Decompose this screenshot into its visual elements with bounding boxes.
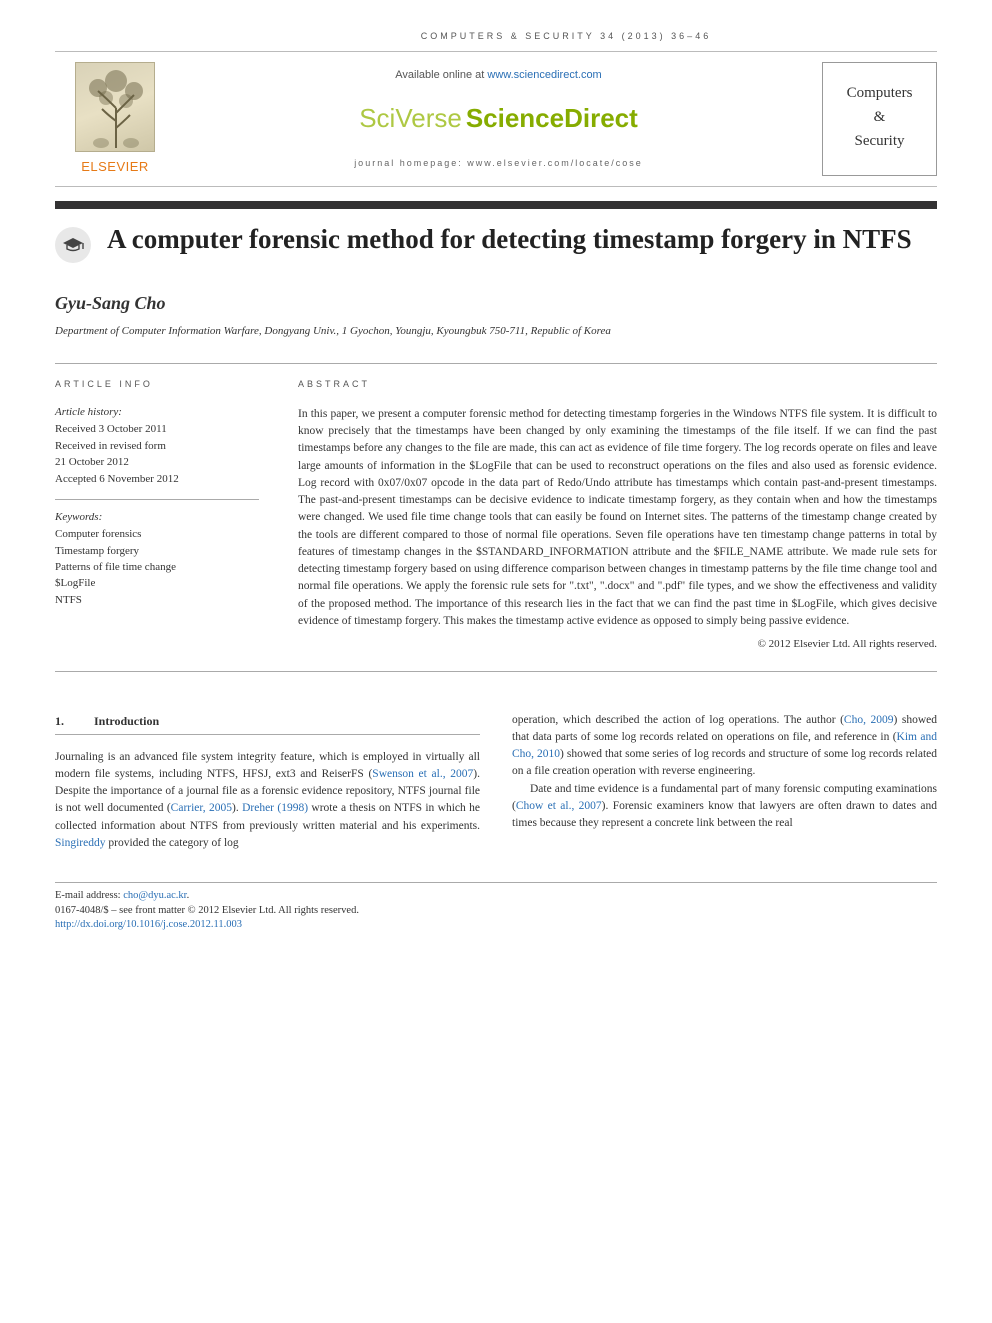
homepage-label: journal homepage: bbox=[354, 158, 467, 168]
keyword-item: Patterns of file time change bbox=[55, 560, 270, 575]
sciencedirect-link[interactable]: www.sciencedirect.com bbox=[487, 69, 601, 81]
abstract-copyright: © 2012 Elsevier Ltd. All rights reserved… bbox=[298, 636, 937, 653]
revised-line2: 21 October 2012 bbox=[55, 455, 270, 470]
citation-link[interactable]: Singireddy bbox=[55, 837, 105, 849]
author-affiliation: Department of Computer Information Warfa… bbox=[55, 324, 937, 339]
keyword-item: Computer forensics bbox=[55, 527, 270, 542]
abstract-text: In this paper, we present a computer for… bbox=[298, 406, 937, 630]
cover-title-line2: & bbox=[827, 105, 932, 129]
publisher-logo: ELSEVIER bbox=[55, 62, 175, 176]
available-online-text: Available online at www.sciencedirect.co… bbox=[185, 68, 812, 83]
sciverse-logo: SciVerse ScienceDirect bbox=[185, 100, 812, 136]
author-name: Gyu-Sang Cho bbox=[55, 291, 937, 316]
sciencedirect-word: ScienceDirect bbox=[466, 100, 638, 136]
accepted-date: Accepted 6 November 2012 bbox=[55, 472, 270, 487]
body-paragraph: Journaling is an advanced file system in… bbox=[55, 749, 480, 853]
journal-cover-thumbnail: Computers & Security bbox=[822, 62, 937, 176]
citation-link[interactable]: Dreher (1998) bbox=[242, 802, 308, 814]
cover-title-line1: Computers bbox=[827, 81, 932, 105]
keyword-item: Timestamp forgery bbox=[55, 544, 270, 559]
info-divider bbox=[55, 499, 259, 500]
header-bar: ELSEVIER Available online at www.science… bbox=[55, 51, 937, 187]
history-label: Article history: bbox=[55, 405, 270, 420]
article-info-heading: ARTICLE INFO bbox=[55, 378, 270, 391]
cover-title-line3: Security bbox=[827, 129, 932, 153]
section-number: 1. bbox=[55, 712, 64, 730]
citation-link[interactable]: Carrier, 2005 bbox=[171, 802, 232, 814]
page-footer: E-mail address: cho@dyu.ac.kr. 0167-4048… bbox=[55, 882, 937, 933]
keywords-label: Keywords: bbox=[55, 510, 270, 525]
article-info-block: ARTICLE INFO Article history: Received 3… bbox=[55, 378, 270, 652]
body-column-left: 1. Introduction Journaling is an advance… bbox=[55, 712, 480, 853]
section-heading: 1. Introduction bbox=[55, 712, 480, 735]
homepage-url[interactable]: www.elsevier.com/locate/cose bbox=[467, 158, 643, 168]
section-title: Introduction bbox=[94, 712, 159, 730]
journal-reference: COMPUTERS & SECURITY 34 (2013) 36–46 bbox=[55, 30, 937, 43]
received-date: Received 3 October 2011 bbox=[55, 422, 270, 437]
citation-link[interactable]: Chow et al., 2007 bbox=[516, 800, 602, 812]
revised-line1: Received in revised form bbox=[55, 439, 270, 454]
graduation-cap-icon bbox=[55, 227, 91, 263]
elsevier-wordmark: ELSEVIER bbox=[81, 158, 149, 176]
title-color-bar bbox=[55, 201, 937, 209]
abstract-block: ABSTRACT In this paper, we present a com… bbox=[298, 378, 937, 652]
email-line: E-mail address: cho@dyu.ac.kr. bbox=[55, 889, 937, 904]
sciverse-word: SciVerse bbox=[359, 100, 462, 136]
abstract-heading: ABSTRACT bbox=[298, 378, 937, 392]
journal-homepage-line: journal homepage: www.elsevier.com/locat… bbox=[185, 157, 812, 170]
body-column-right: operation, which described the action of… bbox=[512, 712, 937, 853]
citation-link[interactable]: Cho, 2009 bbox=[844, 714, 894, 726]
body-paragraph: operation, which described the action of… bbox=[512, 712, 937, 781]
issn-copyright-line: 0167-4048/$ – see front matter © 2012 El… bbox=[55, 904, 937, 919]
author-email-link[interactable]: cho@dyu.ac.kr bbox=[123, 890, 186, 901]
available-prefix: Available online at bbox=[395, 69, 487, 81]
elsevier-tree-icon bbox=[75, 62, 155, 152]
keyword-item: $LogFile bbox=[55, 576, 270, 591]
article-title: A computer forensic method for detecting… bbox=[107, 223, 912, 257]
citation-link[interactable]: Swenson et al., 2007 bbox=[372, 768, 473, 780]
body-paragraph: Date and time evidence is a fundamental … bbox=[512, 781, 937, 833]
keyword-item: NTFS bbox=[55, 593, 270, 608]
doi-link[interactable]: http://dx.doi.org/10.1016/j.cose.2012.11… bbox=[55, 919, 242, 930]
